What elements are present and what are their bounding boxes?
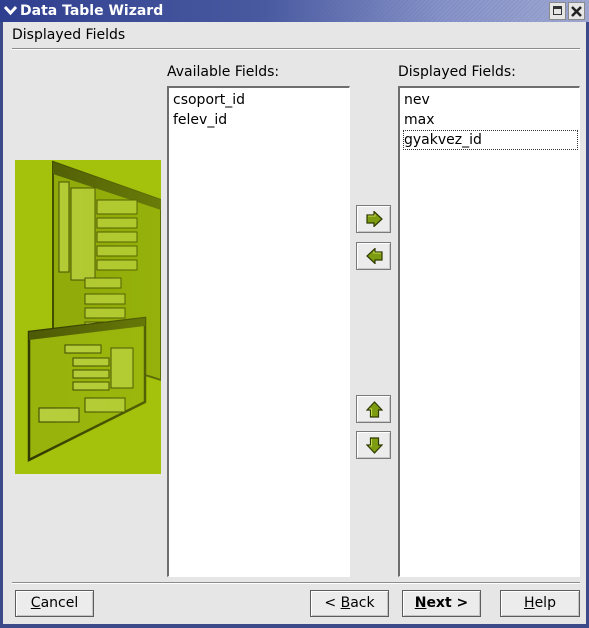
header-separator [12,48,580,50]
help-label: elp [534,595,556,611]
back-label: ack [350,595,375,611]
window-menu-icon[interactable] [2,2,19,19]
next-mnemonic: N [414,595,427,611]
back-button[interactable]: < Back [310,590,389,617]
wizard-window: Data Table Wizard Displayed Fields Avail… [0,0,589,628]
title-bar[interactable]: Data Table Wizard [0,0,589,22]
cancel-button[interactable]: Cancel [15,590,94,617]
page-heading: Displayed Fields [12,27,126,43]
maximize-icon [553,6,562,15]
arrow-up-icon [366,401,383,418]
displayed-fields-label: Displayed Fields: [398,64,516,80]
back-prefix: < [324,595,341,611]
footer-separator [12,582,580,584]
list-item[interactable]: csoport_id [172,90,245,110]
next-button[interactable]: Next > [402,590,481,617]
displayed-fields-list[interactable]: nev max gyakvez_id [398,86,580,577]
help-button[interactable]: Help [500,590,580,617]
close-icon [571,6,582,17]
wizard-side-image [15,160,161,474]
move-down-button[interactable] [356,431,391,459]
remove-field-button[interactable] [356,242,391,270]
arrow-left-icon [366,248,383,264]
cancel-mnemonic: C [30,595,41,611]
move-up-button[interactable] [356,395,391,423]
available-fields-list[interactable]: csoport_id felev_id [167,86,350,577]
list-item-focused[interactable]: gyakvez_id [403,130,578,150]
arrow-right-icon [366,211,383,227]
list-item[interactable]: max [403,110,435,130]
back-mnemonic: B [340,595,351,611]
list-item[interactable]: nev [403,90,430,110]
help-mnemonic: H [524,595,535,611]
list-item[interactable]: felev_id [172,110,227,130]
cancel-label: ancel [40,595,79,611]
close-button[interactable] [568,2,585,20]
add-field-button[interactable] [356,205,391,233]
window-title: Data Table Wizard [20,3,164,19]
maximize-button[interactable] [549,2,566,20]
arrow-down-icon [366,437,383,454]
available-fields-label: Available Fields: [167,64,280,80]
next-label: ext > [426,595,469,611]
